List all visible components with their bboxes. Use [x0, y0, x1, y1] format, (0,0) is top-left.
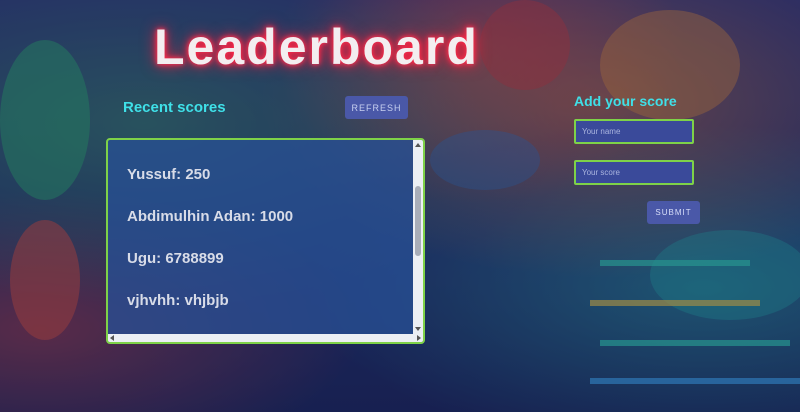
submit-button[interactable]: SUBMIT [647, 201, 700, 224]
scroll-left-icon[interactable] [110, 335, 114, 341]
horizontal-scrollbar[interactable] [108, 334, 423, 342]
refresh-button[interactable]: REFRESH [345, 96, 408, 119]
score-item: Abdimulhin Adan: 1000 [127, 208, 294, 225]
score-item: Yussuf: 250 [127, 166, 211, 183]
score-input[interactable] [574, 160, 694, 185]
score-item: vjhvhh: vhjbjb [127, 292, 229, 309]
name-input[interactable] [574, 119, 694, 144]
leaderboard-page: Leaderboard Recent scores REFRESH Yussuf… [0, 0, 800, 412]
add-score-heading: Add your score [574, 93, 677, 109]
score-item: Ugu: 6788899 [127, 250, 224, 267]
scores-list-box[interactable]: Yussuf: 250 Abdimulhin Adan: 1000 Ugu: 6… [106, 138, 425, 344]
scores-list: Yussuf: 250 Abdimulhin Adan: 1000 Ugu: 6… [127, 166, 293, 334]
scrollbar-thumb[interactable] [415, 186, 421, 256]
page-title: Leaderboard [154, 19, 479, 75]
scroll-down-icon[interactable] [415, 327, 421, 331]
recent-scores-heading: Recent scores [123, 99, 226, 116]
scroll-right-icon[interactable] [417, 335, 421, 341]
scroll-up-icon[interactable] [415, 143, 421, 147]
vertical-scrollbar[interactable] [413, 140, 423, 334]
